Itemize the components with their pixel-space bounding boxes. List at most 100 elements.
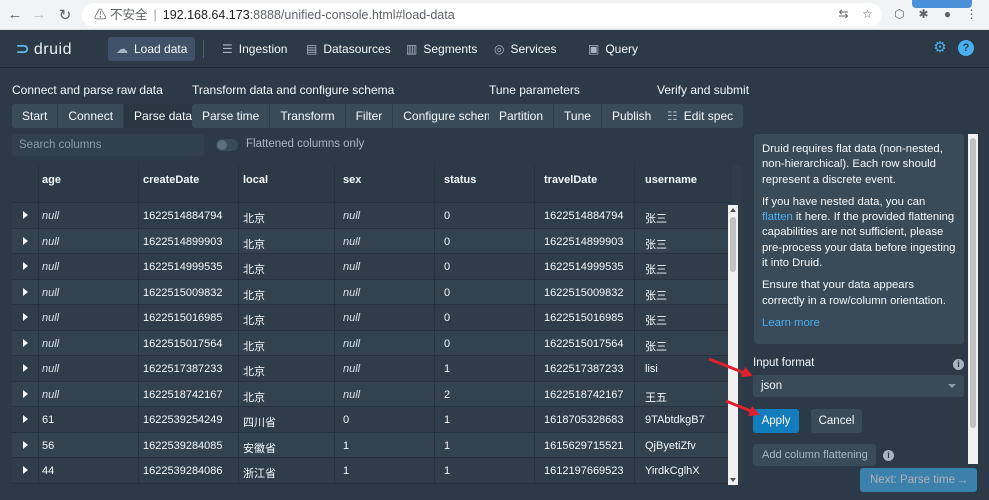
- star-icon[interactable]: ☆: [860, 7, 875, 22]
- add-column-flattening-button[interactable]: Add column flattening: [753, 444, 876, 466]
- step-parse-data[interactable]: Parse data: [124, 104, 203, 128]
- expand-row-icon[interactable]: [23, 364, 28, 372]
- table-row[interactable]: null 1622517387233 北京 null 1 1622517387233 lis…: [12, 356, 730, 382]
- step-start[interactable]: Start: [12, 104, 59, 128]
- extension-icon[interactable]: ⬡: [892, 7, 907, 22]
- info-icon[interactable]: i: [883, 450, 894, 461]
- table-row[interactable]: null 1622514884794 北京 null 0 1622514884794 张三: [12, 203, 730, 229]
- nav-ingestion[interactable]: ☰ Ingestion: [214, 37, 295, 61]
- database-icon: ◎: [494, 42, 505, 56]
- step-group-tune: Tune parameters Partition Tune Publish: [489, 83, 662, 128]
- back-icon[interactable]: ←: [6, 6, 24, 23]
- nav-segments[interactable]: ▥ Segments: [398, 37, 485, 61]
- panel-scrollbar[interactable]: [968, 134, 978, 464]
- cancel-button[interactable]: Cancel: [811, 409, 862, 433]
- table-cell: null: [42, 210, 60, 222]
- step-group-transform: Transform data and configure schema Pars…: [192, 83, 511, 128]
- forward-icon[interactable]: →: [30, 6, 48, 23]
- table-cell: 1622515017564: [143, 337, 223, 350]
- table-cell: YirdkCglhX: [645, 465, 700, 477]
- column-header[interactable]: sex: [343, 174, 361, 186]
- expand-row-icon[interactable]: [23, 415, 28, 423]
- step-group-title: Transform data and configure schema: [192, 83, 395, 97]
- expand-row-icon[interactable]: [23, 338, 28, 347]
- table-body: null 1622514884794 北京 null 0 1622514884794 张三 n…: [12, 203, 730, 484]
- expand-row-icon[interactable]: [23, 287, 28, 296]
- table-cell: null: [343, 363, 361, 375]
- column-header[interactable]: travelDate: [544, 174, 597, 186]
- table-row[interactable]: 56 1622539284085 安徽省 1 1 1615629715521 QjByeti…: [12, 432, 730, 458]
- info-icon[interactable]: i: [953, 359, 964, 370]
- table-row[interactable]: 44 1622539284086 浙江省 1 1 1612197669523 YirdkCg…: [12, 458, 730, 484]
- druid-logo[interactable]: ⊃ druid: [16, 39, 72, 59]
- column-header[interactable]: status: [444, 174, 476, 186]
- table-row[interactable]: null 1622518742167 北京 null 2 1622518742167 王五: [12, 381, 730, 407]
- table-cell: null: [343, 312, 361, 324]
- table-cell: 1622514899903: [544, 235, 624, 248]
- column-header[interactable]: local: [243, 174, 268, 186]
- expand-row-icon[interactable]: [23, 262, 28, 270]
- table-cell: 0: [444, 286, 451, 299]
- input-format-select[interactable]: json: [753, 375, 964, 397]
- nav-query[interactable]: ▣ Query: [580, 37, 646, 61]
- column-header[interactable]: username: [645, 174, 697, 186]
- table-cell: 张三: [645, 315, 667, 327]
- step-parse-time[interactable]: Parse time: [192, 104, 271, 128]
- search-columns-input[interactable]: Search columns: [12, 134, 204, 156]
- table-row[interactable]: null 1622514999535 北京 null 0 1622514999535 张三: [12, 254, 730, 280]
- translate-icon[interactable]: ⇆: [836, 7, 851, 22]
- table-cell: null: [343, 210, 361, 222]
- scroll-thumb[interactable]: [970, 138, 976, 428]
- menu-icon[interactable]: ⋮: [964, 7, 979, 22]
- learn-more-link[interactable]: Learn more: [762, 316, 956, 331]
- table-row[interactable]: null 1622515016985 北京 null 0 1622515016985 张三: [12, 305, 730, 331]
- expand-row-icon[interactable]: [23, 313, 28, 321]
- flatten-toggle[interactable]: [216, 139, 238, 151]
- table-cell: null: [42, 235, 60, 248]
- table-scrollbar[interactable]: [728, 205, 738, 485]
- scroll-down-icon[interactable]: [730, 478, 736, 482]
- arrow-right-icon: →: [956, 472, 969, 487]
- expand-row-icon[interactable]: [23, 236, 28, 245]
- column-header[interactable]: age: [42, 174, 61, 186]
- next-parse-time-button[interactable]: Next: Parse time →: [860, 468, 977, 492]
- stacked-chart-icon: ▥: [406, 42, 418, 56]
- table-cell: 1622514899903: [143, 235, 223, 248]
- address-bar[interactable]: ⚠ 不安全 | 192.168.64.173:8888/unified-consol…: [82, 3, 882, 27]
- reload-icon[interactable]: ↻: [56, 6, 74, 24]
- profile-icon[interactable]: ●: [940, 7, 955, 22]
- table-cell: 1615629715521: [544, 439, 624, 452]
- warning-icon: ⚠: [94, 8, 107, 22]
- table-row[interactable]: null 1622515017564 北京 null 0 1622515017564 张三: [12, 330, 730, 356]
- expand-row-icon[interactable]: [23, 389, 28, 398]
- step-filter[interactable]: Filter: [345, 104, 394, 128]
- step-connect[interactable]: Connect: [58, 104, 125, 128]
- column-header[interactable]: createDate: [143, 174, 199, 186]
- expand-row-icon[interactable]: [23, 466, 28, 474]
- flatten-link[interactable]: flatten: [762, 211, 793, 223]
- help-icon[interactable]: ?: [958, 40, 974, 56]
- table-cell: 0: [444, 312, 451, 324]
- puzzle-icon[interactable]: ✱: [916, 7, 931, 22]
- scroll-thumb[interactable]: [730, 217, 736, 272]
- scroll-up-icon[interactable]: [730, 208, 736, 212]
- column-divider: [634, 165, 635, 485]
- step-transform[interactable]: Transform: [270, 104, 346, 128]
- table-row[interactable]: 61 1622539254249 四川省 0 1 1618705328683 9TAbtdk…: [12, 407, 730, 433]
- nav-load-data[interactable]: ☁ Load data: [108, 37, 196, 61]
- column-divider: [334, 165, 335, 485]
- nav-datasources[interactable]: ▤ Datasources: [298, 37, 399, 61]
- table-cell: 安徽省: [243, 442, 276, 455]
- table-row[interactable]: null 1622515009832 北京 null 0 1622515009832 张三: [12, 279, 730, 305]
- step-tune[interactable]: Tune: [554, 104, 602, 128]
- expand-row-icon[interactable]: [23, 211, 28, 219]
- table-row[interactable]: null 1622514899903 北京 null 0 1622514899903 张三: [12, 228, 730, 254]
- gantt-chart-icon: ☰: [222, 42, 233, 56]
- step-partition[interactable]: Partition: [489, 104, 555, 128]
- gear-icon[interactable]: ⚙: [932, 40, 948, 56]
- table-cell: 1622514884794: [544, 210, 624, 222]
- step-edit-spec[interactable]: ☷ Edit spec: [657, 104, 744, 128]
- expand-row-icon[interactable]: [23, 440, 28, 449]
- step-publish[interactable]: Publish: [601, 104, 662, 128]
- nav-services[interactable]: ◎ Services: [486, 37, 565, 61]
